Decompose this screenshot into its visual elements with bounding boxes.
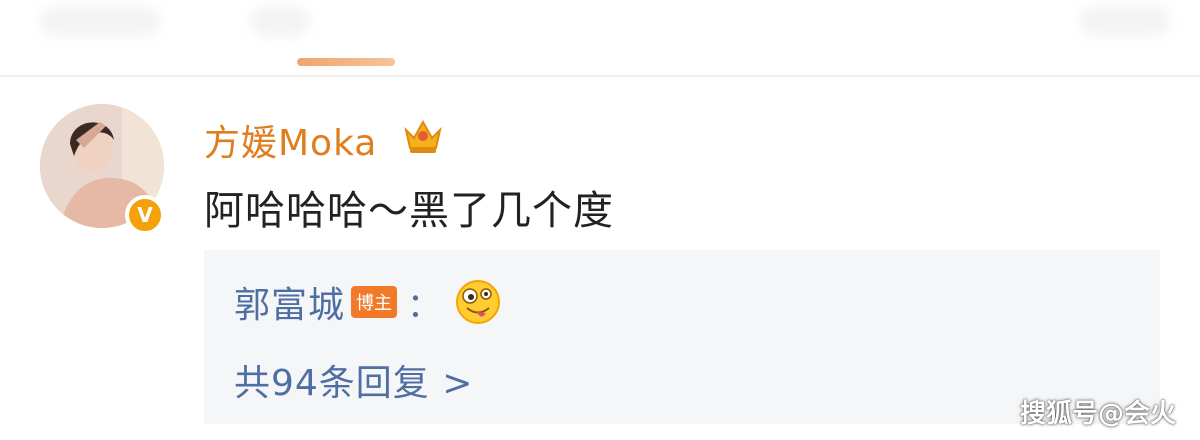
verified-v-icon: V bbox=[125, 195, 165, 235]
watermark: 搜狐号@会火 bbox=[1020, 399, 1177, 429]
reply-colon: ： bbox=[407, 285, 442, 326]
view-replies-link[interactable]: 共94条回复 > bbox=[234, 354, 473, 406]
reply-preview[interactable]: 郭富城 博主 ： bbox=[234, 276, 501, 328]
comment-username[interactable]: 方媛Moka bbox=[204, 114, 377, 166]
reply-author[interactable]: 郭富城 bbox=[234, 276, 345, 328]
tab-blurred-3[interactable] bbox=[1080, 6, 1170, 36]
crown-icon bbox=[404, 119, 442, 153]
active-tab-indicator bbox=[297, 58, 395, 66]
comment-text: 阿哈哈哈～黑了几个度 bbox=[204, 188, 614, 234]
divider bbox=[0, 75, 1200, 77]
zany-face-emoji-icon bbox=[456, 280, 501, 324]
blogger-badge: 博主 bbox=[351, 286, 398, 318]
tab-blurred-1[interactable] bbox=[40, 6, 160, 36]
tab-blurred-2[interactable] bbox=[250, 6, 310, 36]
tab-bar bbox=[0, 0, 1200, 76]
